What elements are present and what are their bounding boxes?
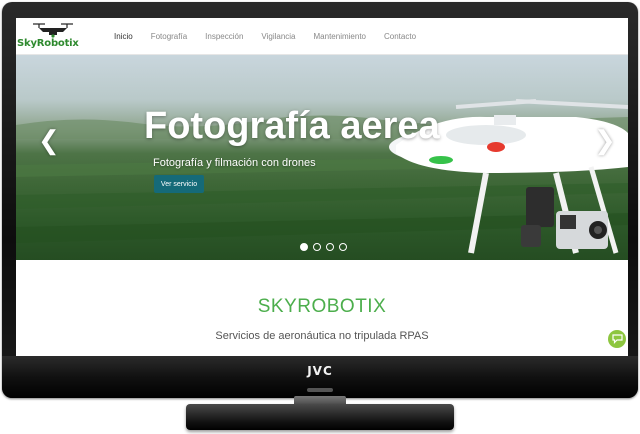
website-screen: SkyRobotix Inicio Fotografía Inspección …	[16, 18, 628, 356]
carousel-indicator-1[interactable]	[300, 243, 308, 251]
nav-link-mantenimiento[interactable]: Mantenimiento	[314, 32, 366, 41]
nav-menu: Inicio Fotografía Inspección Vigilancia …	[114, 18, 434, 54]
nav-link-fotografia[interactable]: Fotografía	[151, 32, 187, 41]
site-logo[interactable]: SkyRobotix	[16, 22, 90, 50]
nav-link-contacto[interactable]: Contacto	[384, 32, 416, 41]
tv-brand-logo: JVC	[307, 364, 333, 378]
tv-stand-base	[186, 404, 454, 430]
chat-icon	[611, 334, 623, 344]
nav-link-inicio[interactable]: Inicio	[114, 32, 133, 41]
nav-link-inspeccion[interactable]: Inspección	[205, 32, 243, 41]
nav-link-vigilancia[interactable]: Vigilancia	[261, 32, 295, 41]
carousel-indicator-3[interactable]	[326, 243, 334, 251]
chat-button[interactable]	[608, 330, 626, 348]
carousel-indicator-4[interactable]	[339, 243, 347, 251]
section-heading: SKYROBOTIX	[257, 296, 387, 317]
chevron-left-icon: ❮	[38, 125, 60, 155]
navbar: SkyRobotix Inicio Fotografía Inspección …	[16, 18, 628, 55]
carousel-next-button[interactable]: ❯	[594, 125, 616, 156]
carousel-indicator-2[interactable]	[313, 243, 321, 251]
logo-text: SkyRobotix	[17, 38, 79, 49]
tv-bezel-bottom: JVC	[2, 356, 638, 398]
hero-subtitle: Fotografía y filmación con drones	[153, 157, 316, 169]
carousel-prev-button[interactable]: ❮	[38, 125, 60, 156]
chevron-right-icon: ❯	[594, 125, 616, 155]
tv-power-indicator	[307, 388, 333, 392]
hero-carousel: ❮ ❯ Fotografía aerea Fotografía y filmac…	[16, 55, 628, 260]
drone-logo-icon	[33, 23, 73, 38]
hero-background-image	[16, 99, 628, 254]
tv-frame: JVC SkyRobotix Inicio Fotografía Inspecc…	[2, 2, 638, 398]
carousel-indicators	[300, 243, 352, 251]
hero-title: Fotografía aerea	[144, 105, 440, 147]
section-subheading: Servicios de aeronáutica no tripulada RP…	[215, 330, 429, 342]
ver-servicio-button[interactable]: Ver servicio	[154, 175, 204, 193]
